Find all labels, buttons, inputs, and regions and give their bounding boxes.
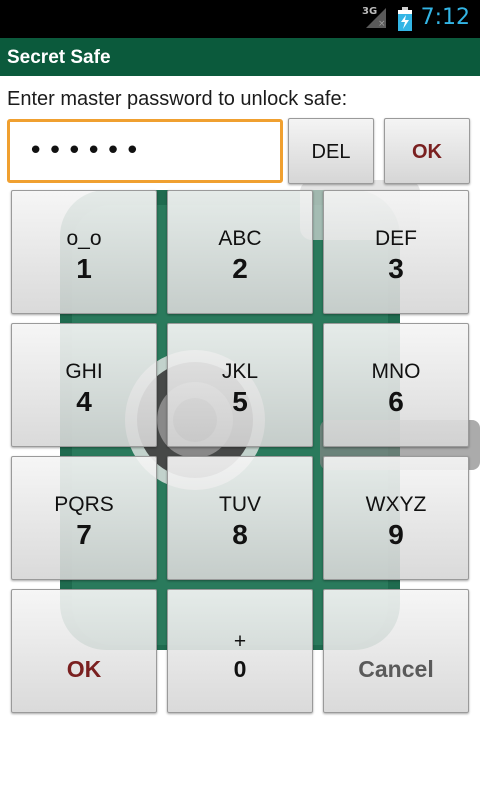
key-digit: 1 [76, 253, 92, 284]
key-letters: JKL [221, 360, 259, 383]
action-bar: Secret Safe [0, 38, 480, 76]
ok-key-label: OK [66, 656, 102, 682]
key-5[interactable]: JKL 5 [167, 323, 313, 447]
key-letters: DEF [375, 227, 417, 250]
unlock-prompt: Enter master password to unlock safe: [7, 88, 348, 110]
password-field[interactable]: •••••• [7, 119, 283, 183]
key-digit: 4 [76, 386, 92, 417]
key-letters: ABC [218, 227, 262, 250]
key-letters: WXYZ [365, 493, 427, 516]
key-plus-label: + [233, 630, 247, 653]
key-letters: GHI [65, 360, 103, 383]
network-state-label: × [378, 19, 386, 29]
status-bar: 3G × 7:12 [0, 0, 480, 38]
ok-key[interactable]: OK [11, 589, 157, 713]
app-title: Secret Safe [7, 47, 111, 68]
key-digit: 8 [232, 519, 248, 550]
key-3[interactable]: DEF 3 [323, 190, 469, 314]
key-digit: 9 [388, 519, 404, 550]
delete-button[interactable]: DEL [288, 118, 374, 184]
key-4[interactable]: GHI 4 [11, 323, 157, 447]
key-letters: TUV [219, 493, 261, 516]
key-digit: 7 [76, 519, 92, 550]
key-9[interactable]: WXYZ 9 [323, 456, 469, 580]
key-7[interactable]: PQRS 7 [11, 456, 157, 580]
key-digit: 0 [233, 656, 247, 682]
signal-icon: 3G × [362, 6, 388, 30]
cancel-key-label: Cancel [358, 656, 434, 682]
key-8[interactable]: TUV 8 [167, 456, 313, 580]
key-letters: PQRS [54, 493, 114, 516]
key-letters: o_o [66, 227, 102, 250]
ok-button-top[interactable]: OK [384, 118, 470, 184]
battery-charging-icon [398, 7, 412, 31]
key-1[interactable]: o_o 1 [11, 190, 157, 314]
key-digit: 2 [232, 253, 248, 284]
clock: 7:12 [420, 5, 470, 30]
key-2[interactable]: ABC 2 [167, 190, 313, 314]
key-letters: MNO [371, 360, 421, 383]
key-digit: 5 [232, 386, 248, 417]
key-digit: 6 [388, 386, 404, 417]
password-value: •••••• [28, 136, 145, 166]
cancel-key[interactable]: Cancel [323, 589, 469, 713]
key-digit: 3 [388, 253, 404, 284]
key-6[interactable]: MNO 6 [323, 323, 469, 447]
key-0[interactable]: + 0 [167, 589, 313, 713]
